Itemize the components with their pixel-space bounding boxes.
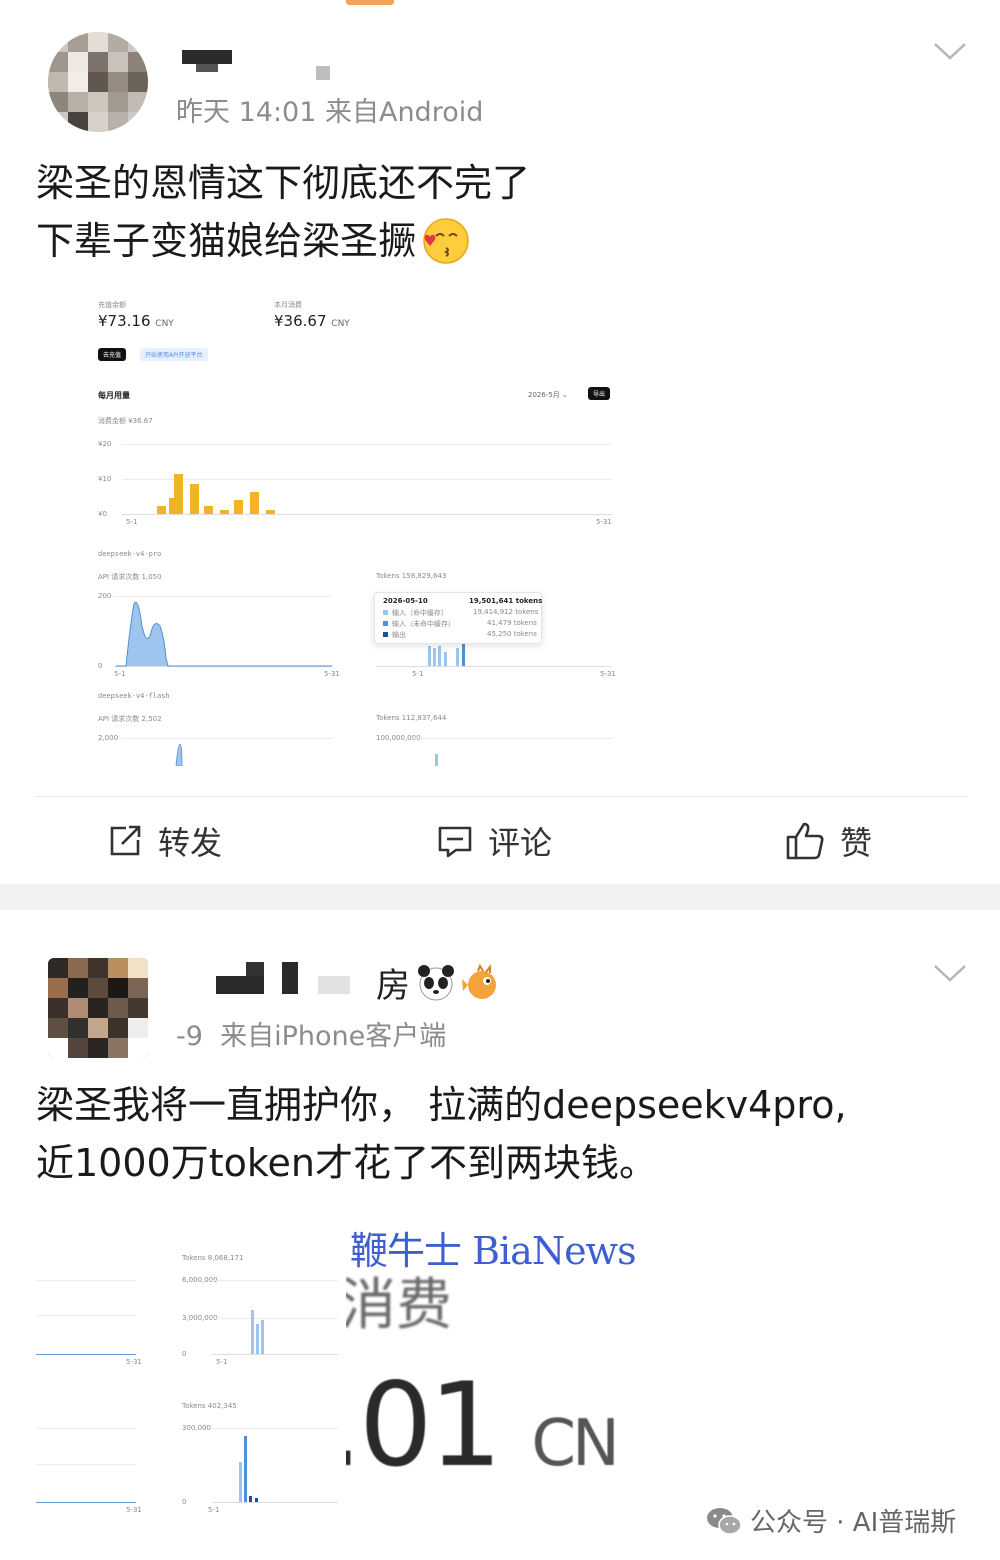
post-meta: 昨天 14:01 来自Android [176,97,484,128]
username-suffix[interactable]: 房 [376,958,502,1007]
watermark: 鞭牛士 BiaNews [350,1229,637,1273]
model2-ytick-top: 2,000 [98,734,119,742]
panda-emoji-icon [418,964,454,1000]
tokens-bar-chart [428,644,465,666]
y-tick-0: ¥0 [98,510,107,518]
like-label: 赞 [840,824,873,862]
model2-tokens-bar [435,754,438,766]
tokens-label-2: Tokens 402,345 [182,1402,237,1410]
comment-icon [438,826,472,858]
comment-button[interactable]: 评论 [436,818,552,864]
post-text-line-2: 近1000万token才花了不到两块钱。 [36,1141,657,1185]
model1-name: deepseek-v4-pro [98,550,162,558]
tokens-label-1: Tokens 8,068,171 [182,1254,244,1262]
tooltip-row: 输入（未命中缓存） 41,479 tokens [383,619,537,629]
kissing-face-emoji-icon [423,218,469,264]
tick-300k: 300,000 [182,1424,211,1432]
thumbs-up-icon [786,822,824,860]
wechat-icon [707,1507,742,1535]
tooltip-row: 输入（命中缓存） 19,414,912 tokens [383,608,539,618]
post-source: 来自iPhone客户端 [220,1021,447,1052]
avatar[interactable] [48,32,148,132]
x-start-label: 5-1 [126,518,138,526]
model2-name: deepseek-v4-flash [98,692,170,700]
post-text: 梁圣的恩情这下彻底还不完了 下辈子变猫娘给梁圣撅 [36,154,530,270]
post-meta: -9 来自iPhone客户端 [176,1014,446,1053]
like-button[interactable]: 赞 [784,818,872,864]
post-text: 梁圣我将一直拥护你， 拉满的deepseekv4pro, 近1000万token… [36,1076,847,1192]
month-spend-label: 本月消费 [274,301,302,309]
chevron-down-icon[interactable] [932,40,968,62]
model1-ytick-top: 200 [98,592,112,600]
x-start-1: 5-1 [216,1358,228,1366]
x-start-2: 5-1 [208,1506,220,1514]
tick-0-2: 0 [182,1498,187,1506]
tooltip-date: 2026-05-10 [383,597,428,605]
tooltip-total: 19,501,641 tokens [469,597,543,605]
tokens-tooltip: 2026-05-10 19,501,641 tokens 输入（命中缓存） 19… [374,592,542,644]
model1-api-count: API 请求次数 1,050 [98,573,162,581]
balance-label: 充值余额 [98,301,126,309]
balance-value: ¥73.16 CNY [98,312,174,330]
api-platform-link[interactable]: 开始使用API开放平台 [140,348,208,361]
comment-label: 评论 [488,824,553,862]
avatar[interactable] [48,958,148,1058]
tick-0: 0 [182,1350,187,1358]
source-footer: 公众号 · AI普瑞斯 [706,1502,956,1539]
left-x-end: 5-31 [126,1358,142,1366]
post-text-line-2: 下辈子变猫娘给梁圣撅 [36,219,417,263]
spend-amount-label: 消费金额 ¥36.67 [98,417,153,425]
left-x-end-2: 5-31 [126,1506,142,1514]
model2-api-count: API 请求次数 2,502 [98,715,162,723]
y-tick-20: ¥20 [98,440,112,448]
usage-dashboard-screenshot[interactable]: 充值余额 ¥73.16 CNY 本月消费 ¥36.67 CNY 去充值 开始使用… [36,290,650,770]
month-spend-value: ¥36.67 CNY [274,312,350,330]
tokens-x-end: 5-31 [600,670,616,678]
model2-api-spike [175,744,183,766]
export-button[interactable]: 导出 [588,387,611,400]
tooltip-row: 输出 45,250 tokens [383,630,537,640]
chevron-down-icon[interactable] [932,962,968,984]
pufferfish-emoji-icon [462,963,496,999]
month-select[interactable]: 2026-5月 ⌄ [528,390,568,400]
tokens-bars-1 [251,1310,264,1354]
post-divider [36,796,968,797]
topup-button[interactable]: 去充值 [98,348,127,361]
model1-x-end: 5-31 [324,670,340,678]
tokens-chart-screenshot[interactable]: 5-31 Tokens 8,068,171 6,000,000 3,000,00… [36,1240,340,1530]
daily-spend-bar-chart [157,474,275,514]
monthly-usage-title: 每月用量 [98,391,130,400]
model2-tokens: Tokens 112,837,644 [376,714,447,722]
post-text-line-1: 梁圣我将一直拥护你， 拉满的deepseekv4pro, [36,1083,847,1127]
model1-tokens: Tokens 158,829,643 [376,572,447,580]
api-requests-area-chart [116,601,332,667]
model1-x-start: 5-1 [114,670,126,678]
x-end-label: 5-31 [596,518,612,526]
feed-separator [0,884,1000,910]
top-accent-bar [346,0,394,5]
post-text-line-1: 梁圣的恩情这下彻底还不完了 [36,161,531,205]
footer-text: 公众号 · AI普瑞斯 [750,1508,957,1538]
spend-zoom-screenshot: 消费 .01 CN [346,1250,656,1540]
big-spend-value: .01 CN [346,1358,620,1493]
repost-button[interactable]: 转发 [106,818,222,864]
model1-ytick-zero: 0 [98,662,103,670]
repost-label: 转发 [158,824,223,862]
tokens-bars-2 [239,1436,258,1502]
post-date: -9 [176,1021,203,1052]
repost-icon [110,825,141,856]
y-tick-10: ¥10 [98,475,112,483]
tokens-x-start: 5-1 [412,670,424,678]
